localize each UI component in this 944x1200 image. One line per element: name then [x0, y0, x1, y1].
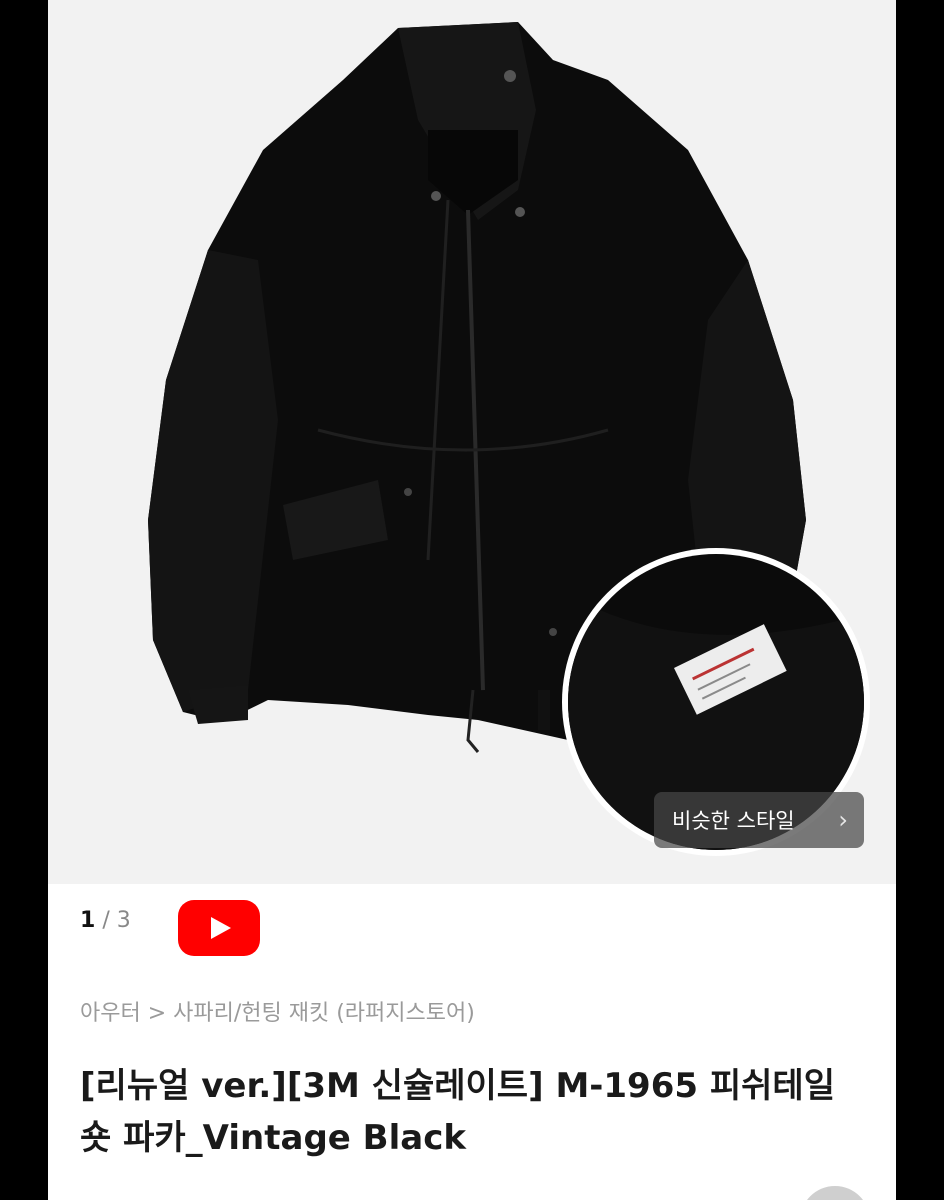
scroll-top-button[interactable]	[800, 1186, 870, 1200]
category-breadcrumb[interactable]: 아우터 > 사파리/헌팅 재킷 (라퍼지스토어)	[80, 995, 475, 1027]
similar-style-button[interactable]: 비슷한 스타일 ›	[654, 792, 864, 848]
pager-current: 1	[80, 908, 96, 933]
video-play-button[interactable]	[178, 900, 260, 956]
pager-total: 3	[116, 908, 131, 933]
product-title: [리뉴얼 ver.][3M 신슐레이트] M-1965 피쉬테일 숏 파카_Vi…	[80, 1066, 835, 1158]
image-pager: 1 / 3	[80, 908, 131, 933]
product-image-gallery[interactable]: 비슷한 스타일 ›	[48, 0, 896, 884]
youtube-play-icon	[211, 917, 231, 939]
product-page: 비슷한 스타일 › 1 / 3 아우터 > 사파리/헌팅 재킷 (라퍼지스토어)…	[48, 0, 896, 1200]
chevron-right-icon: ›	[838, 806, 848, 834]
similar-style-label: 비슷한 스타일	[672, 809, 795, 833]
pager-separator: /	[102, 908, 110, 933]
